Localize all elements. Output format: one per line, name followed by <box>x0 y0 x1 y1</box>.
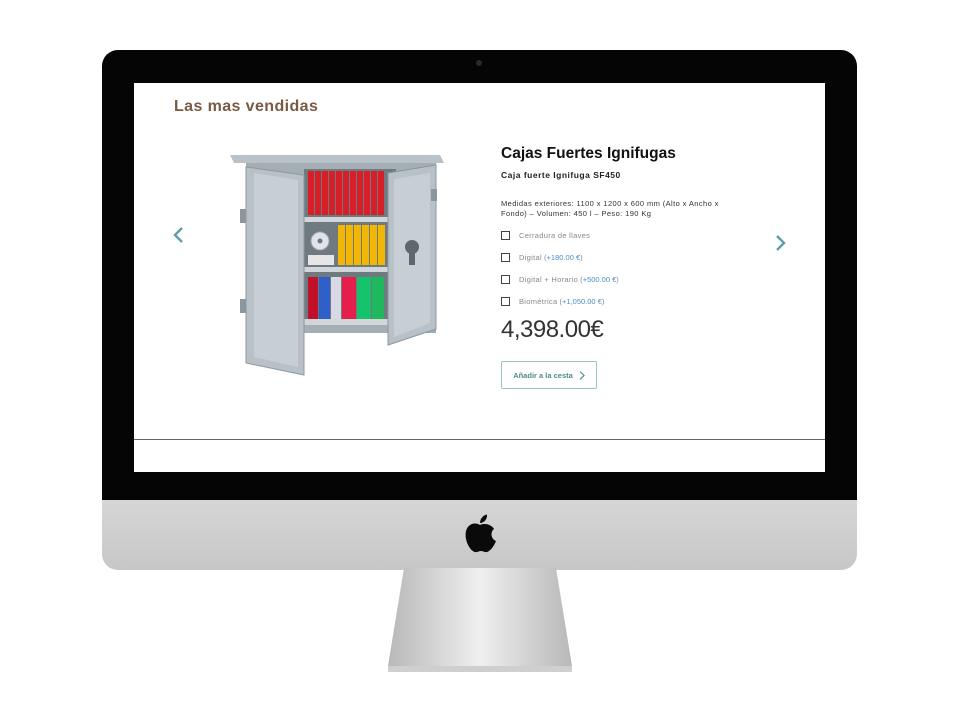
section-title: Las mas vendidas <box>174 98 319 115</box>
option-checkbox[interactable] <box>501 252 510 262</box>
option-label: Biométrica <box>519 296 558 306</box>
add-to-cart-button[interactable]: Añadir a la cesta <box>501 361 597 389</box>
option-checkbox[interactable] <box>501 296 510 306</box>
product-description: Medidas exteriores: 1100 x 1200 x 600 mm… <box>501 199 719 218</box>
option-checkbox[interactable] <box>501 274 510 284</box>
option-digital-horario[interactable]: Digital + Horario (+500.00 €) <box>501 273 619 285</box>
product-title: Cajas Fuertes Ignifugas <box>501 145 676 162</box>
option-checkbox[interactable] <box>501 230 510 240</box>
option-label: Digital + Horario <box>519 274 579 284</box>
add-to-cart-label: Añadir a la cesta <box>513 370 573 380</box>
option-price: +180.00 € <box>546 252 581 262</box>
option-digital[interactable]: Digital (+180.00 €) <box>501 251 583 263</box>
chevron-left-icon[interactable] <box>170 224 188 246</box>
option-label: Cerradura de llaves <box>519 230 591 240</box>
screen: Las mas vendidas Cajas Fuertes Ignifugas… <box>134 83 825 472</box>
option-price: +1,050.00 € <box>562 296 602 306</box>
option-label: Digital <box>519 252 542 262</box>
option-price: +500.00 € <box>582 274 617 284</box>
chevron-right-icon[interactable] <box>771 232 789 254</box>
product-image[interactable] <box>226 149 454 381</box>
option-biometrica[interactable]: Biométrica (+1,050.00 €) <box>501 295 604 307</box>
camera-dot <box>476 60 482 66</box>
option-cerradura[interactable]: Cerradura de llaves <box>501 229 590 241</box>
product-price: 4,398.00€ <box>501 316 604 343</box>
apple-logo-icon <box>465 514 496 553</box>
monitor-stand <box>388 568 572 672</box>
section-divider <box>134 439 825 440</box>
chevron-right-icon <box>579 370 585 380</box>
product-subtitle: Caja fuerte Ignifuga SF450 <box>501 170 621 180</box>
